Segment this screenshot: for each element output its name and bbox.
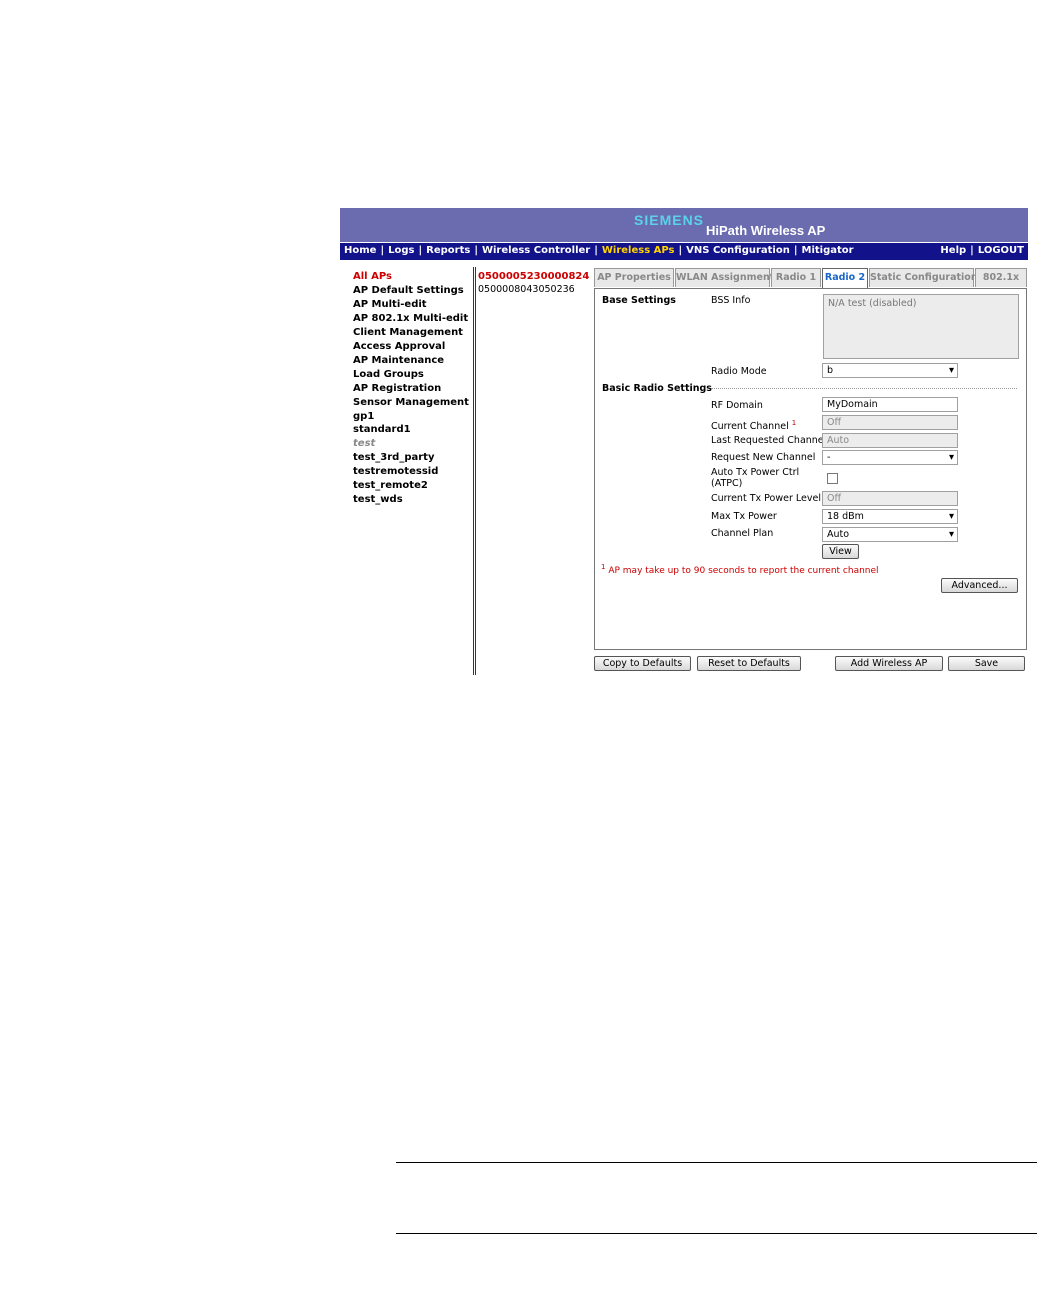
sidebar-item-test-remote2[interactable]: test_remote2 — [353, 479, 478, 493]
bss-info-box: N/A test (disabled) — [823, 294, 1019, 359]
nav-wireless-controller[interactable]: Wireless Controller — [482, 245, 590, 256]
sidebar-item-ap-default-settings[interactable]: AP Default Settings — [353, 284, 478, 298]
sidebar-item-ap-maintenance[interactable]: AP Maintenance — [353, 354, 478, 368]
tab-wlan-assignment[interactable]: WLAN Assignment — [675, 268, 774, 287]
footnote-marker: 1 — [791, 419, 797, 427]
page-rule-top — [396, 1162, 1037, 1163]
current-tx-power-label: Current Tx Power Level — [711, 493, 821, 504]
ap-list-item[interactable]: 0500005230000824 — [478, 270, 589, 283]
copy-to-defaults-button[interactable]: Copy to Defaults — [594, 656, 691, 671]
nav-logs[interactable]: Logs — [388, 245, 414, 256]
channel-footnote: 1 AP may take up to 90 seconds to report… — [601, 563, 879, 576]
current-channel-field: Off — [822, 415, 958, 430]
advanced-button[interactable]: Advanced... — [941, 578, 1018, 593]
request-new-channel-label: Request New Channel — [711, 452, 816, 463]
max-tx-power-select[interactable]: 18 dBm — [822, 509, 958, 524]
save-button[interactable]: Save — [948, 656, 1025, 671]
max-tx-power-label: Max Tx Power — [711, 511, 777, 522]
request-new-channel-select[interactable]: - — [822, 450, 958, 465]
nav-logout[interactable]: LOGOUT — [978, 245, 1024, 256]
sidebar-item-client-management[interactable]: Client Management — [353, 326, 478, 340]
atpc-label-line2: (ATPC) — [711, 478, 743, 489]
header-banner: SIEMENS HiPath Wireless AP — [340, 208, 1028, 242]
nav-separator: | — [970, 245, 974, 256]
nav-separator: | — [418, 245, 423, 256]
nav-separator: | — [380, 245, 385, 256]
sidebar-item-access-approval[interactable]: Access Approval — [353, 340, 478, 354]
reset-to-defaults-button[interactable]: Reset to Defaults — [697, 656, 801, 671]
page-rule-bottom — [396, 1233, 1037, 1234]
rf-domain-label: RF Domain — [711, 400, 763, 411]
tab-static-configuration[interactable]: Static Configuration — [869, 268, 978, 287]
sidebar-item-gp1[interactable]: gp1 — [353, 410, 478, 424]
sidebar-item-test-wds[interactable]: test_wds — [353, 493, 478, 507]
channel-plan-label: Channel Plan — [711, 528, 774, 539]
brand-logo: SIEMENS — [634, 212, 705, 228]
bss-info-label: BSS Info — [711, 295, 751, 306]
tab-bar: AP Properties WLAN Assignment Radio 1 Ra… — [594, 268, 1028, 289]
column-divider — [473, 267, 476, 675]
ap-list-item[interactable]: 0500008043050236 — [478, 283, 588, 296]
sidebar-item-ap-8021x-multi-edit[interactable]: AP 802.1x Multi-edit — [353, 312, 478, 326]
nav-help[interactable]: Help — [940, 245, 966, 256]
product-title: HiPath Wireless AP — [706, 223, 826, 238]
nav-separator: | — [793, 245, 798, 256]
atpc-label-line1: Auto Tx Power Ctrl — [711, 467, 800, 478]
tab-ap-properties[interactable]: AP Properties — [594, 268, 674, 287]
sidebar-item-ap-registration[interactable]: AP Registration — [353, 382, 478, 396]
nav-vns-configuration[interactable]: VNS Configuration — [686, 245, 790, 256]
nav-separator: | — [474, 245, 478, 256]
nav-separator: | — [678, 245, 683, 256]
nav-wireless-aps[interactable]: Wireless APs — [602, 245, 675, 256]
sidebar: All APs AP Default Settings AP Multi-edi… — [353, 270, 478, 507]
current-channel-label: Current Channel 1 — [711, 418, 796, 432]
sidebar-item-ap-multi-edit[interactable]: AP Multi-edit — [353, 298, 478, 312]
app-window: SIEMENS HiPath Wireless AP Home | Logs | Rep… — [340, 208, 1028, 676]
last-requested-channel-label: Last Requested Channel — [711, 435, 827, 446]
main-nav: Home | Logs | Reports | Wireless Controller | Wi… — [340, 243, 1028, 260]
rf-domain-input[interactable]: MyDomain — [822, 397, 958, 412]
sidebar-item-load-groups[interactable]: Load Groups — [353, 368, 478, 382]
sidebar-item-testremotessid[interactable]: testremotessid — [353, 465, 478, 479]
section-divider — [711, 388, 1017, 389]
radio-mode-label: Radio Mode — [711, 366, 767, 377]
footnote-mark: 1 — [601, 563, 606, 571]
tab-radio-2[interactable]: Radio 2 — [822, 268, 868, 289]
main-nav-left: Home | Logs | Reports | Wireless Controller | Wi… — [344, 245, 854, 256]
channel-plan-select[interactable]: Auto — [822, 527, 958, 542]
view-button[interactable]: View — [822, 544, 859, 559]
ap-list: 0500005230000824 0500008043050236 — [478, 270, 589, 296]
nav-reports[interactable]: Reports — [426, 245, 470, 256]
sidebar-item-test-3rd-party[interactable]: test_3rd_party — [353, 451, 478, 465]
sidebar-item-all-aps[interactable]: All APs — [353, 270, 478, 284]
add-wireless-ap-button[interactable]: Add Wireless AP — [835, 656, 943, 671]
current-tx-power-field: Off — [822, 491, 958, 506]
current-channel-label-text: Current Channel — [711, 421, 789, 433]
atpc-checkbox[interactable] — [827, 473, 838, 484]
sidebar-item-test[interactable]: test — [353, 437, 478, 451]
footnote-text: AP may take up to 90 seconds to report t… — [608, 566, 879, 576]
atpc-label: Auto Tx Power Ctrl (ATPC) — [711, 467, 799, 489]
nav-separator: | — [594, 245, 598, 256]
radio-mode-select[interactable]: b — [822, 363, 958, 378]
nav-home[interactable]: Home — [344, 245, 376, 256]
tab-8021x[interactable]: 802.1x — [975, 268, 1027, 287]
last-requested-channel-field: Auto — [822, 433, 958, 448]
basic-radio-settings-heading: Basic Radio Settings — [602, 383, 712, 394]
base-settings-heading: Base Settings — [602, 295, 676, 306]
nav-mitigator[interactable]: Mitigator — [802, 245, 854, 256]
sidebar-item-sensor-management[interactable]: Sensor Management — [353, 396, 478, 410]
main-nav-right: Help | LOGOUT — [940, 245, 1024, 256]
sidebar-item-standard1[interactable]: standard1 — [353, 423, 478, 437]
tab-radio-1[interactable]: Radio 1 — [771, 268, 821, 287]
radio-settings-panel: Base Settings BSS Info N/A test (disable… — [594, 288, 1027, 650]
